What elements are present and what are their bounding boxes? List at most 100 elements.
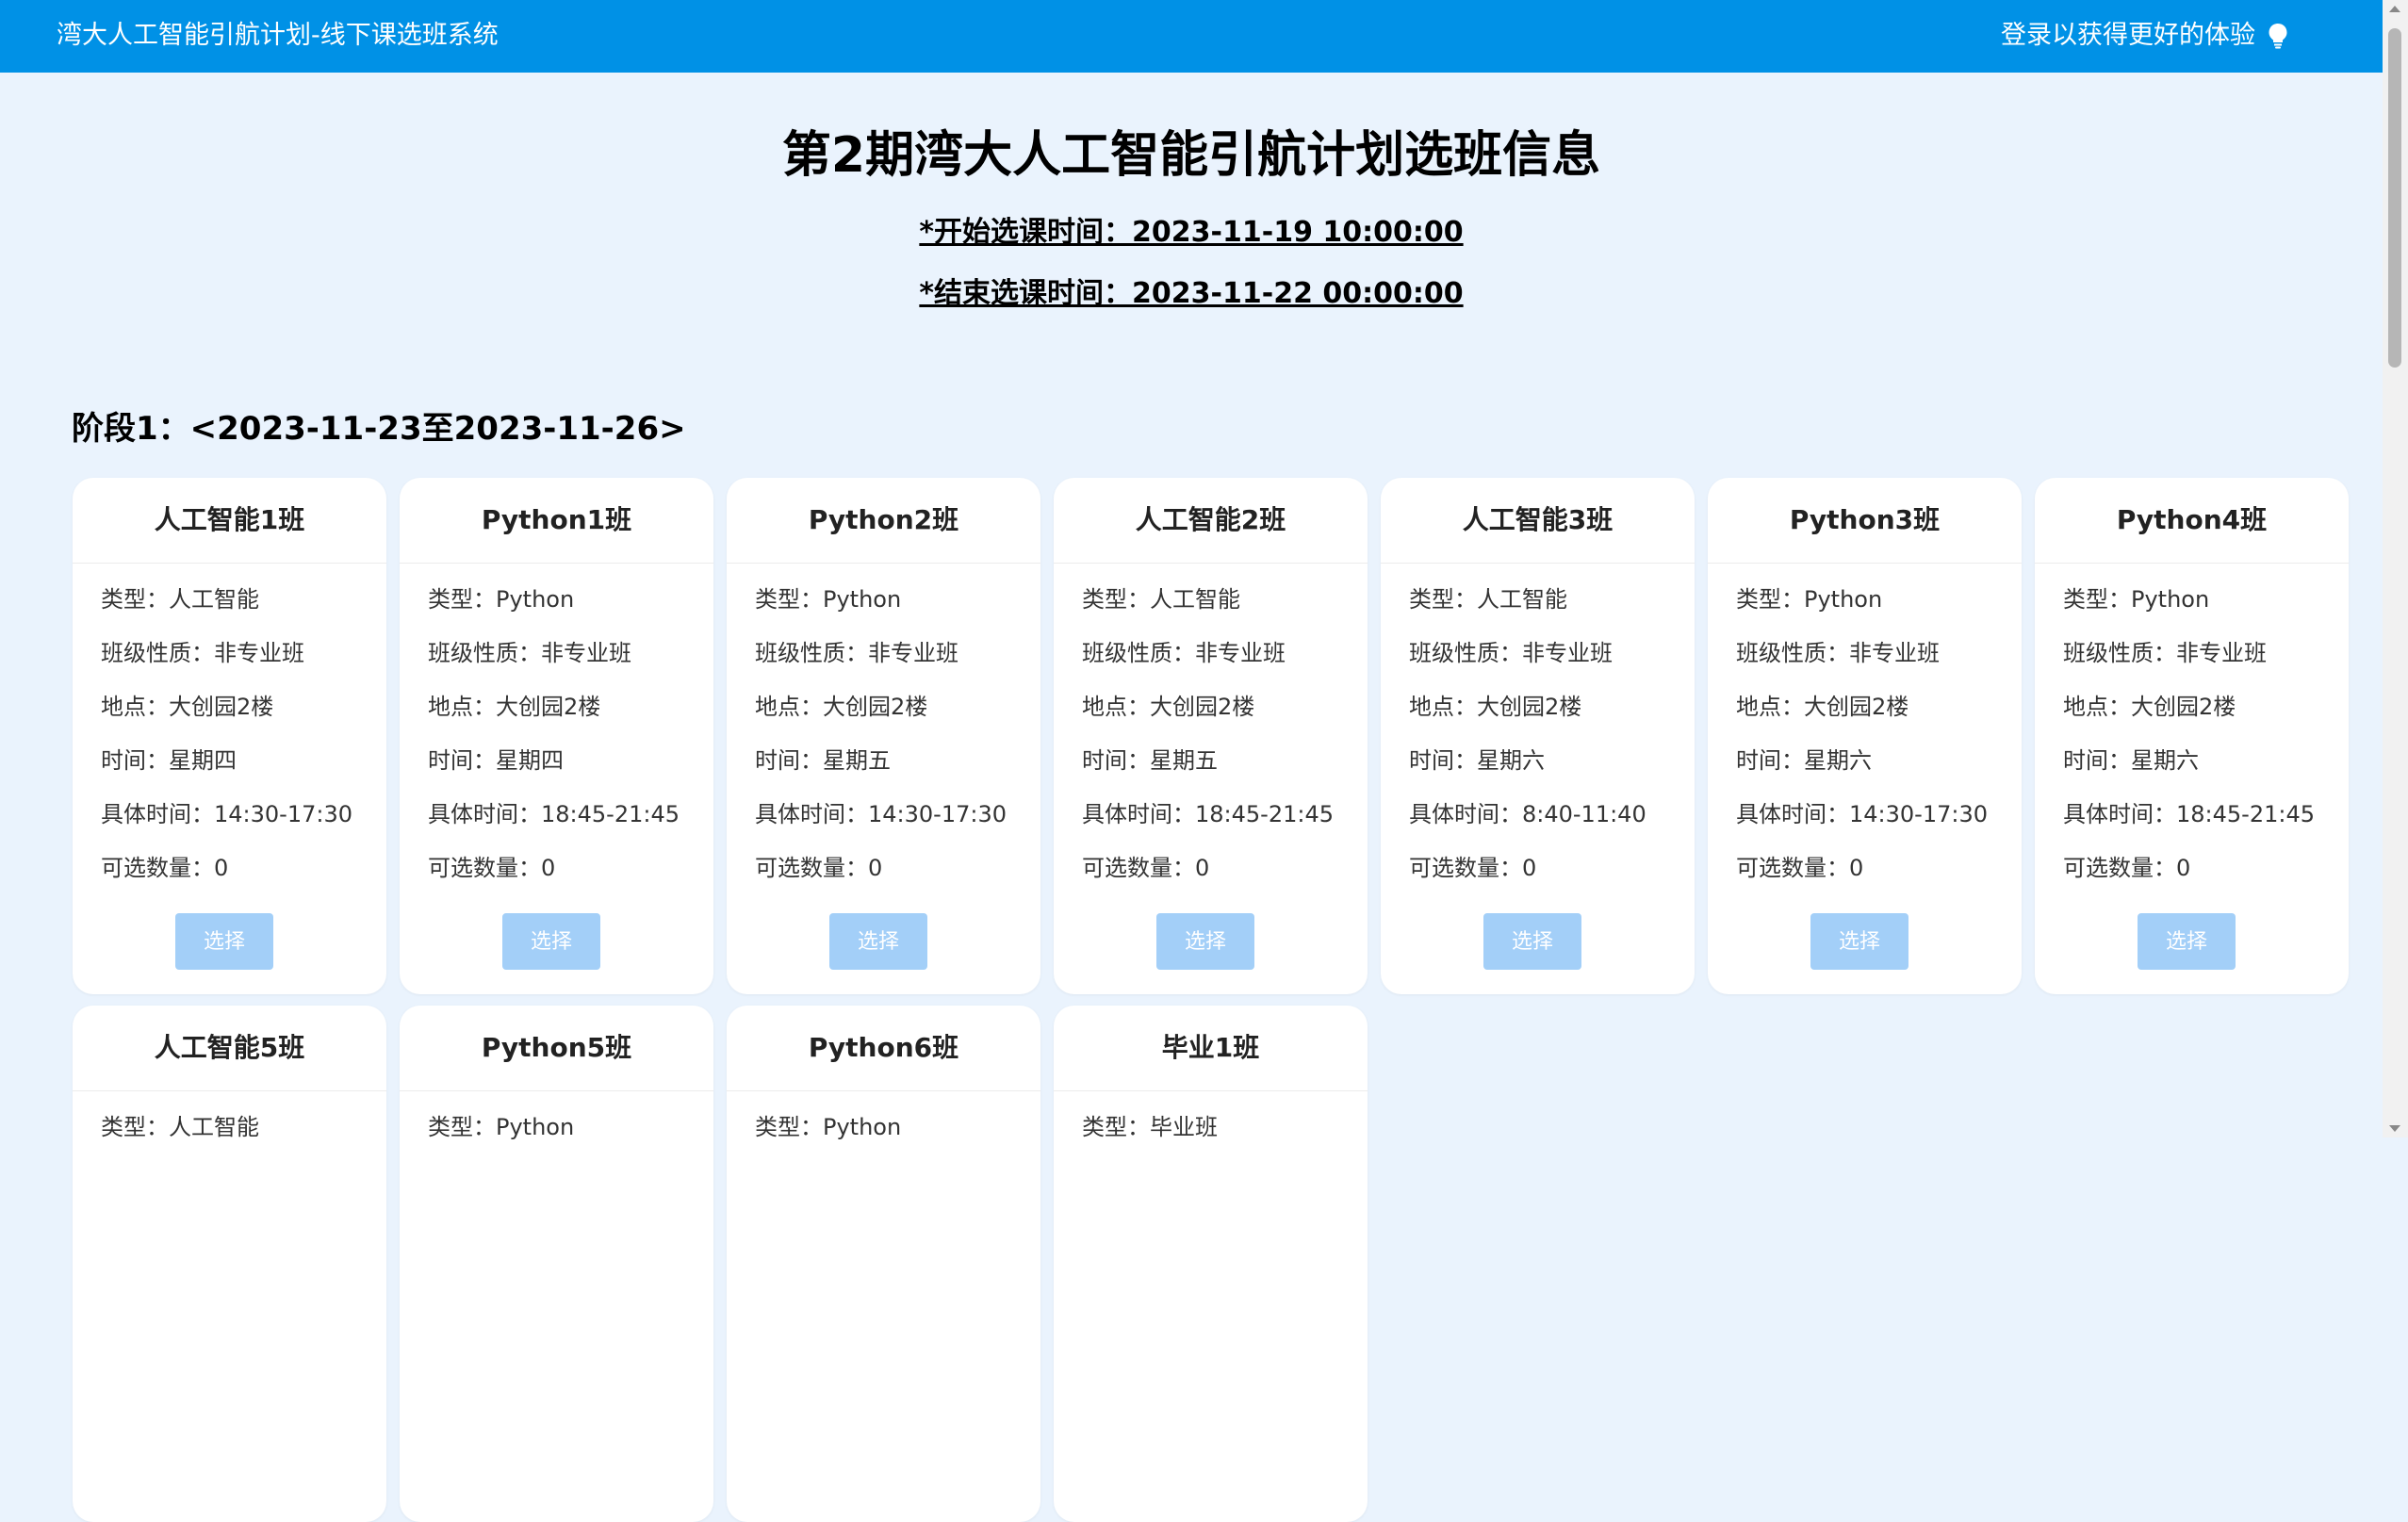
stage-title: 阶段1：<2023-11-23至2023-11-26> xyxy=(72,410,686,448)
class-place-row: 地点：大创园2楼 xyxy=(428,692,600,722)
place-value: 大创园2楼 xyxy=(1804,694,1909,720)
day-label: 时间： xyxy=(755,747,823,774)
class-card: Python3班 类型：Python 班级性质：非专业班 地点：大创园2楼 时间… xyxy=(1708,478,2022,994)
class-time-row: 具体时间：18:45-21:45 xyxy=(2063,799,2315,829)
login-link[interactable]: 登录以获得更好的体验 xyxy=(2001,19,2255,53)
scroll-thumb[interactable] xyxy=(2388,28,2401,368)
type-label: 类型： xyxy=(428,586,496,613)
type-value: 人工智能 xyxy=(1477,586,1567,613)
class-time-row: 具体时间：18:45-21:45 xyxy=(428,799,680,829)
select-button[interactable]: 选择 xyxy=(829,913,927,970)
place-value: 大创园2楼 xyxy=(2131,694,2236,720)
type-value: Python xyxy=(823,586,902,613)
type-value: Python xyxy=(1804,586,1883,613)
class-type-row: 类型：人工智能 xyxy=(101,1112,259,1142)
type-value: 人工智能 xyxy=(1150,586,1240,613)
select-button[interactable]: 选择 xyxy=(2138,913,2236,970)
class-time-row: 具体时间：14:30-17:30 xyxy=(755,799,1007,829)
class-nature-row: 班级性质：非专业班 xyxy=(1409,638,1613,668)
class-place-row: 地点：大创园2楼 xyxy=(2063,692,2236,722)
type-value: Python xyxy=(496,1114,575,1140)
type-label: 类型： xyxy=(1082,1114,1150,1140)
type-label: 类型： xyxy=(101,586,169,613)
class-card: 毕业1班 类型：毕业班 xyxy=(1054,1006,1368,1522)
class-card: Python1班 类型：Python 班级性质：非专业班 地点：大创园2楼 时间… xyxy=(400,478,713,994)
class-name: Python4班 xyxy=(2035,478,2349,564)
lightbulb-icon[interactable] xyxy=(2268,23,2288,49)
day-value: 星期五 xyxy=(823,747,891,774)
nature-label: 班级性质： xyxy=(1409,640,1522,666)
class-place-row: 地点：大创园2楼 xyxy=(755,692,927,722)
class-type-row: 类型：Python xyxy=(428,584,574,614)
nature-value: 非专业班 xyxy=(1849,640,1940,666)
day-value: 星期四 xyxy=(169,747,237,774)
select-button[interactable]: 选择 xyxy=(1483,913,1581,970)
selection-end-time: *结束选课时间：2023-11-22 00:00:00 xyxy=(919,277,1464,310)
place-value: 大创园2楼 xyxy=(1150,694,1255,720)
select-button[interactable]: 选择 xyxy=(175,913,273,970)
class-card: 人工智能1班 类型：人工智能 班级性质：非专业班 地点：大创园2楼 时间：星期四… xyxy=(73,478,386,994)
class-nature-row: 班级性质：非专业班 xyxy=(1736,638,1940,668)
class-time-row: 具体时间：18:45-21:45 xyxy=(1082,799,1334,829)
type-value: 毕业班 xyxy=(1150,1114,1218,1140)
day-value: 星期五 xyxy=(1150,747,1218,774)
quota-value: 0 xyxy=(1522,855,1537,881)
class-name: Python5班 xyxy=(400,1006,713,1091)
class-card: Python5班 类型：Python xyxy=(400,1006,713,1522)
select-button[interactable]: 选择 xyxy=(1810,913,1908,970)
place-label: 地点： xyxy=(1736,694,1804,720)
select-button[interactable]: 选择 xyxy=(502,913,600,970)
class-nature-row: 班级性质：非专业班 xyxy=(101,638,304,668)
day-label: 时间： xyxy=(428,747,496,774)
day-label: 时间： xyxy=(2063,747,2131,774)
type-label: 类型： xyxy=(755,586,823,613)
type-value: 人工智能 xyxy=(169,1114,259,1140)
class-day-row: 时间：星期四 xyxy=(101,745,237,776)
quota-value: 0 xyxy=(1195,855,1210,881)
class-day-row: 时间：星期五 xyxy=(1082,745,1218,776)
class-place-row: 地点：大创园2楼 xyxy=(1082,692,1254,722)
time-value: 18:45-21:45 xyxy=(1195,801,1334,827)
quota-value: 0 xyxy=(2176,855,2191,881)
type-value: Python xyxy=(496,586,575,613)
class-time-row: 具体时间：14:30-17:30 xyxy=(1736,799,1988,829)
nature-label: 班级性质： xyxy=(2063,640,2176,666)
class-day-row: 时间：星期六 xyxy=(2063,745,2199,776)
place-value: 大创园2楼 xyxy=(169,694,274,720)
quota-label: 可选数量： xyxy=(1082,855,1195,881)
time-label: 具体时间： xyxy=(755,801,868,827)
nature-value: 非专业班 xyxy=(1522,640,1613,666)
quota-label: 可选数量： xyxy=(1736,855,1849,881)
class-nature-row: 班级性质：非专业班 xyxy=(1082,638,1286,668)
select-button[interactable]: 选择 xyxy=(1156,913,1254,970)
class-day-row: 时间：星期五 xyxy=(755,745,891,776)
class-card: 人工智能2班 类型：人工智能 班级性质：非专业班 地点：大创园2楼 时间：星期五… xyxy=(1054,478,1368,994)
class-place-row: 地点：大创园2楼 xyxy=(101,692,273,722)
day-label: 时间： xyxy=(1736,747,1804,774)
day-label: 时间： xyxy=(1409,747,1477,774)
class-type-row: 类型：Python xyxy=(1736,584,1882,614)
time-label: 具体时间： xyxy=(101,801,214,827)
type-label: 类型： xyxy=(428,1114,496,1140)
class-card: 人工智能5班 类型：人工智能 xyxy=(73,1006,386,1522)
place-value: 大创园2楼 xyxy=(496,694,601,720)
vertical-scrollbar[interactable] xyxy=(2383,0,2408,1137)
class-card: 人工智能3班 类型：人工智能 班级性质：非专业班 地点：大创园2楼 时间：星期六… xyxy=(1381,478,1695,994)
class-type-row: 类型：Python xyxy=(428,1112,574,1142)
class-name: Python1班 xyxy=(400,478,713,564)
class-name: Python2班 xyxy=(727,478,1040,564)
scroll-up-arrow-icon[interactable] xyxy=(2389,6,2400,12)
app-title[interactable]: 湾大人工智能引航计划-线下课选班系统 xyxy=(57,19,499,53)
class-type-row: 类型：人工智能 xyxy=(1409,584,1567,614)
day-value: 星期六 xyxy=(2131,747,2199,774)
scroll-down-arrow-icon[interactable] xyxy=(2389,1125,2400,1132)
nature-value: 非专业班 xyxy=(868,640,958,666)
time-value: 14:30-17:30 xyxy=(214,801,352,827)
class-card: Python4班 类型：Python 班级性质：非专业班 地点：大创园2楼 时间… xyxy=(2035,478,2349,994)
nature-value: 非专业班 xyxy=(541,640,631,666)
type-label: 类型： xyxy=(1409,586,1477,613)
time-value: 18:45-21:45 xyxy=(541,801,680,827)
nature-label: 班级性质： xyxy=(428,640,541,666)
nature-value: 非专业班 xyxy=(1195,640,1286,666)
quota-label: 可选数量： xyxy=(1409,855,1522,881)
